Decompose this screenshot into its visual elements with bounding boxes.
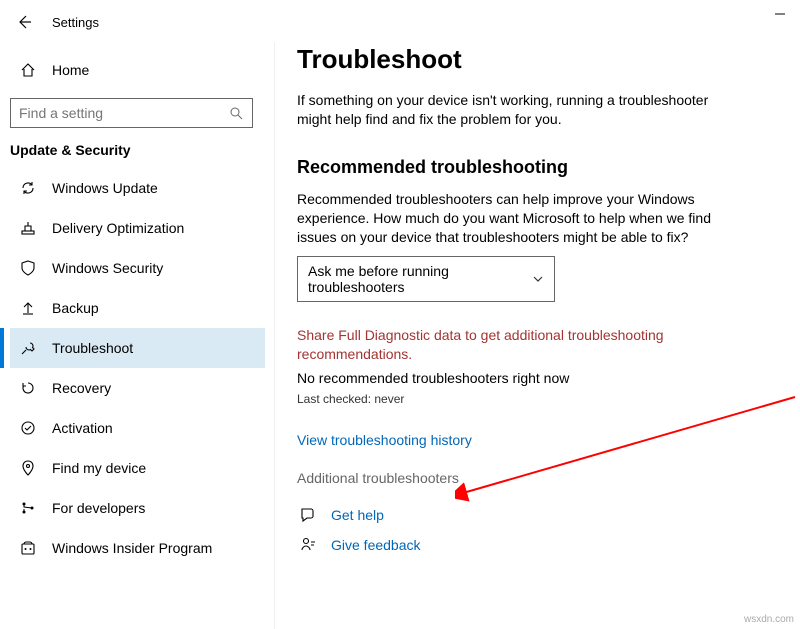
intro-text: If something on your device isn't workin… (297, 91, 717, 129)
minimize-button[interactable] (768, 2, 792, 26)
search-icon (228, 105, 244, 121)
activation-icon (18, 418, 38, 438)
sidebar-item-label: Find my device (52, 460, 146, 476)
recommended-desc: Recommended troubleshooters can help imp… (297, 190, 717, 247)
sidebar-item-label: Windows Insider Program (52, 540, 212, 556)
sidebar-item-windows-update[interactable]: Windows Update (10, 168, 265, 208)
no-recommended-text: No recommended troubleshooters right now (297, 370, 778, 386)
additional-troubleshooters-link[interactable]: Additional troubleshooters (297, 470, 459, 486)
search-input[interactable] (19, 105, 228, 121)
sidebar-item-label: Home (52, 62, 89, 78)
backup-icon (18, 298, 38, 318)
minimize-icon (774, 8, 786, 20)
sidebar-section-header: Update & Security (10, 142, 265, 158)
view-history-link[interactable]: View troubleshooting history (297, 432, 472, 448)
arrow-left-icon (16, 14, 32, 30)
last-checked-text: Last checked: never (297, 392, 778, 406)
window-title: Settings (52, 15, 99, 30)
sidebar-item-delivery-optimization[interactable]: Delivery Optimization (10, 208, 265, 248)
chevron-down-icon (533, 273, 544, 285)
sidebar-item-label: Backup (52, 300, 99, 316)
sidebar-item-label: Windows Security (52, 260, 163, 276)
sidebar-item-label: Delivery Optimization (52, 220, 184, 236)
watermark: wsxdn.com (744, 614, 794, 625)
back-button[interactable] (12, 10, 36, 34)
shield-icon (18, 258, 38, 278)
diagnostic-warning: Share Full Diagnostic data to get additi… (297, 326, 717, 364)
insider-icon (18, 538, 38, 558)
sidebar-item-for-developers[interactable]: For developers (10, 488, 265, 528)
sidebar: Home Update & Security Windows Update De… (0, 42, 275, 629)
get-help-row: Get help (297, 504, 778, 526)
troubleshoot-icon (18, 338, 38, 358)
sidebar-item-troubleshoot[interactable]: Troubleshoot (10, 328, 265, 368)
page-title: Troubleshoot (297, 44, 778, 75)
search-input-wrapper[interactable] (10, 98, 253, 128)
give-feedback-link[interactable]: Give feedback (331, 537, 421, 553)
sidebar-item-label: Windows Update (52, 180, 158, 196)
troubleshoot-preference-dropdown[interactable]: Ask me before running troubleshooters (297, 256, 555, 302)
sidebar-item-label: For developers (52, 500, 145, 516)
home-icon (18, 60, 38, 80)
sidebar-item-find-my-device[interactable]: Find my device (10, 448, 265, 488)
recommended-heading: Recommended troubleshooting (297, 157, 778, 178)
sidebar-item-label: Activation (52, 420, 113, 436)
sidebar-item-backup[interactable]: Backup (10, 288, 265, 328)
sidebar-item-activation[interactable]: Activation (10, 408, 265, 448)
content-area: Troubleshoot If something on your device… (275, 42, 800, 629)
recovery-icon (18, 378, 38, 398)
chat-icon (297, 504, 319, 526)
dropdown-value: Ask me before running troubleshooters (308, 263, 533, 295)
sidebar-item-insider-program[interactable]: Windows Insider Program (10, 528, 265, 568)
location-icon (18, 458, 38, 478)
developers-icon (18, 498, 38, 518)
give-feedback-row: Give feedback (297, 534, 778, 556)
sidebar-item-label: Troubleshoot (52, 340, 133, 356)
feedback-icon (297, 534, 319, 556)
sidebar-item-label: Recovery (52, 380, 111, 396)
sidebar-item-windows-security[interactable]: Windows Security (10, 248, 265, 288)
sidebar-item-recovery[interactable]: Recovery (10, 368, 265, 408)
get-help-link[interactable]: Get help (331, 507, 384, 523)
sidebar-item-home[interactable]: Home (10, 50, 265, 90)
delivery-icon (18, 218, 38, 238)
sync-icon (18, 178, 38, 198)
